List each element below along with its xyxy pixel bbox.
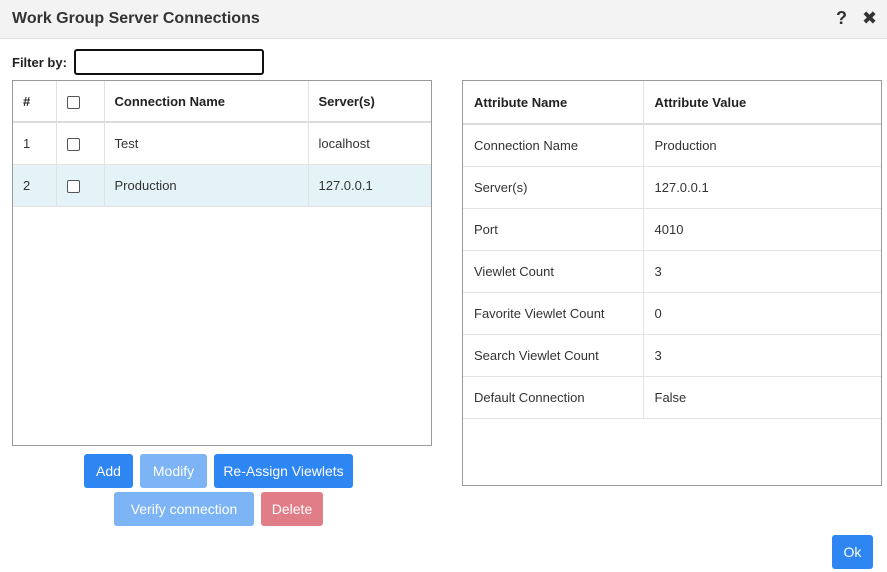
- dialog-title: Work Group Server Connections: [12, 10, 260, 27]
- filter-input[interactable]: [74, 49, 264, 75]
- work-group-server-connections-dialog: Work Group Server Connections ? ✖ Filter…: [0, 0, 887, 572]
- attribute-name: Favorite Viewlet Count: [463, 292, 644, 335]
- header-attribute-value: Attribute Value: [643, 81, 881, 125]
- delete-button[interactable]: Delete: [261, 492, 323, 526]
- attributes-table-panel: Attribute Name Attribute Value Connectio…: [462, 80, 882, 486]
- row-servers: localhost: [308, 122, 431, 165]
- attribute-value: 4010: [643, 208, 881, 251]
- add-button[interactable]: Add: [84, 454, 133, 488]
- filter-label: Filter by:: [12, 55, 67, 70]
- modify-button[interactable]: Modify: [140, 454, 207, 488]
- table-row: Server(s) 127.0.0.1: [463, 166, 881, 209]
- connections-table-panel: # Connection Name Server(s) 1 Test local…: [12, 80, 432, 446]
- row-connection-name: Test: [104, 122, 309, 165]
- row-checkbox-cell: [56, 164, 105, 207]
- attribute-name: Port: [463, 208, 644, 251]
- close-icon[interactable]: ✖: [862, 8, 877, 29]
- table-row[interactable]: 1 Test localhost: [13, 122, 431, 165]
- header-number: #: [13, 81, 57, 123]
- row-servers: 127.0.0.1: [308, 164, 431, 207]
- table-row: Search Viewlet Count 3: [463, 334, 881, 377]
- attribute-value: 3: [643, 334, 881, 377]
- header-select-all: [56, 81, 105, 123]
- header-connection-name[interactable]: Connection Name: [104, 81, 309, 123]
- attribute-value: 3: [643, 250, 881, 293]
- attributes-table: Attribute Name Attribute Value Connectio…: [463, 81, 881, 419]
- table-row: Default Connection False: [463, 376, 881, 419]
- attribute-name: Default Connection: [463, 376, 644, 419]
- attribute-value: 0: [643, 292, 881, 335]
- header-servers[interactable]: Server(s): [308, 81, 431, 123]
- attributes-header-row: Attribute Name Attribute Value: [463, 81, 881, 125]
- table-row: Port 4010: [463, 208, 881, 251]
- connections-table: # Connection Name Server(s) 1 Test local…: [13, 81, 431, 207]
- attribute-name: Viewlet Count: [463, 250, 644, 293]
- table-row: Connection Name Production: [463, 124, 881, 167]
- row-connection-name: Production: [104, 164, 309, 207]
- row-checkbox-cell: [56, 122, 105, 165]
- table-row: Viewlet Count 3: [463, 250, 881, 293]
- row-number: 2: [13, 164, 57, 207]
- row-number: 1: [13, 122, 57, 165]
- attribute-value: 127.0.0.1: [643, 166, 881, 209]
- header-attribute-name: Attribute Name: [463, 81, 644, 125]
- help-icon[interactable]: ?: [836, 8, 847, 29]
- select-all-checkbox[interactable]: [66, 95, 80, 109]
- table-row[interactable]: 2 Production 127.0.0.1: [13, 164, 431, 207]
- row-checkbox[interactable]: [66, 179, 80, 193]
- attribute-name: Server(s): [463, 166, 644, 209]
- ok-button[interactable]: Ok: [832, 535, 873, 569]
- table-row: Favorite Viewlet Count 0: [463, 292, 881, 335]
- attribute-value: False: [643, 376, 881, 419]
- attribute-name: Search Viewlet Count: [463, 334, 644, 377]
- verify-connection-button[interactable]: Verify connection: [114, 492, 254, 526]
- dialog-titlebar: Work Group Server Connections ? ✖: [0, 0, 887, 39]
- attribute-name: Connection Name: [463, 124, 644, 167]
- row-checkbox[interactable]: [66, 137, 80, 151]
- connections-header-row: # Connection Name Server(s): [13, 81, 431, 123]
- attribute-value: Production: [643, 124, 881, 167]
- reassign-viewlets-button[interactable]: Re-Assign Viewlets: [214, 454, 353, 488]
